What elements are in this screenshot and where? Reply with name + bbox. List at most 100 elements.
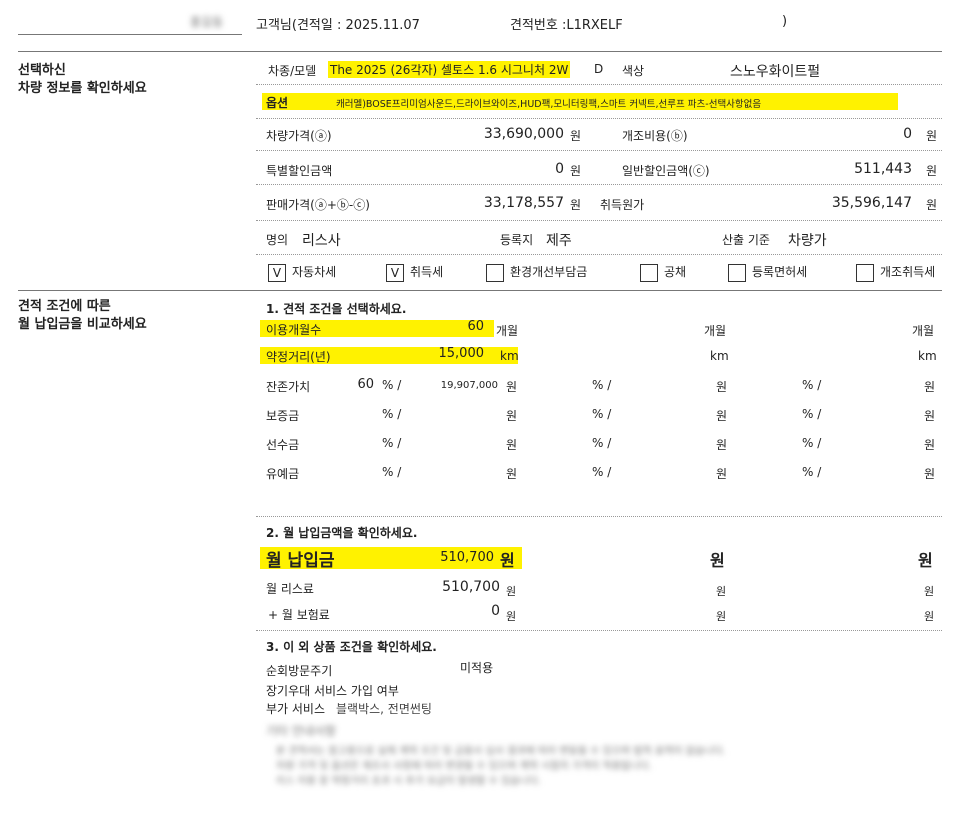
checkbox-label: 취득세 — [410, 265, 444, 279]
checkbox-label: 개조취득세 — [880, 265, 936, 279]
term-unit-1: 개월 — [496, 324, 519, 338]
residual-pct-unit-2: % / — [592, 378, 612, 392]
sale-price-value: 33,178,557 — [483, 195, 564, 211]
tax-checkbox-mod-acq-tax[interactable]: 개조취득세 — [856, 263, 935, 282]
vehicle-section-title-1: 선택하신 — [18, 63, 66, 78]
checkbox-mark: V — [386, 263, 404, 282]
notes-title: 기타 안내사항 — [266, 724, 337, 738]
insurance-won-1: 원 — [506, 610, 517, 623]
prepay-won-1: 원 — [506, 438, 518, 452]
grace-pct-unit-2: % / — [592, 465, 612, 479]
notes-line: 본 견적서는 참고용으로 실제 계약 조건 및 금융사 심사 결과에 따라 변동… — [276, 746, 726, 757]
special-discount-won: 원 — [570, 164, 582, 178]
mileage-value: 15,000 — [438, 346, 485, 361]
compare-section-title-1: 견적 조건에 따른 — [18, 299, 111, 314]
residual-pct: 60 — [357, 377, 374, 392]
basis-label: 산출 기준 — [722, 233, 770, 247]
quote-number: 견적번호 :L1RXELF — [510, 18, 623, 33]
sale-price-label: 판매가격(ⓐ+ⓑ-ⓒ) — [266, 198, 370, 212]
term-value: 60 — [467, 319, 484, 334]
price-won: 원 — [570, 129, 582, 143]
addon-service-value: 블랙박스, 전면썬팅 — [336, 702, 432, 716]
term-label: 이용개월수 — [266, 323, 322, 337]
options-value: 캐러멜)BOSE프리미엄사운드,드라이브와이즈,HUD팩,모니터링팩,스마트 커… — [336, 99, 762, 110]
price-value: 33,690,000 — [483, 126, 564, 142]
tax-checkbox-registration-tax[interactable]: 등록면허세 — [728, 263, 807, 282]
notes-line: 리스 이용 중 약정거리 초과 시 추가 요금이 발생할 수 있습니다. — [276, 776, 541, 787]
monthly-won-1: 원 — [500, 551, 515, 570]
customer-quote-date: 고객님(견적일 : 2025.11.07 — [256, 18, 420, 33]
row-divider — [256, 84, 942, 85]
monthly-value: 510,700 — [440, 550, 494, 565]
mileage-unit-1: km — [500, 349, 519, 363]
checkbox-label: 자동차세 — [292, 265, 337, 279]
mod-won: 원 — [926, 129, 938, 143]
grace-label: 유예금 — [266, 467, 300, 481]
registration-label: 등록지 — [500, 233, 534, 247]
notes-line: 차량 가격 및 옵션은 제조사 사정에 따라 변경될 수 있으며 계약 시점의 … — [276, 761, 652, 772]
mileage-label: 약정거리(년) — [266, 350, 331, 364]
tax-checkbox-bond[interactable]: 공채 — [640, 263, 686, 282]
row-divider — [256, 184, 942, 185]
residual-amount: 19,907,000 — [440, 380, 498, 391]
color-label: 색상 — [622, 64, 645, 78]
acquisition-cost-value: 35,596,147 — [831, 195, 912, 211]
model-value-tail: D — [594, 62, 604, 76]
checkbox-mark: V — [268, 263, 286, 282]
section-divider — [18, 290, 942, 291]
monthly-won-2: 원 — [710, 551, 725, 570]
tax-checkbox-car-tax[interactable]: V 자동차세 — [268, 263, 336, 282]
longterm-service-label: 장기우대 서비스 가입 여부 — [266, 684, 399, 698]
residual-won-3: 원 — [924, 380, 936, 394]
deposit-won-1: 원 — [506, 409, 518, 423]
model-label: 차종/모델 — [268, 64, 317, 78]
customer-name-underline — [18, 34, 242, 35]
mileage-unit-3: km — [918, 349, 937, 363]
deposit-won-3: 원 — [924, 409, 936, 423]
special-discount-label: 특별할인금액 — [266, 164, 333, 178]
top-divider — [18, 51, 942, 52]
prepay-pct-unit-3: % / — [802, 436, 822, 450]
residual-label: 잔존가치 — [266, 380, 311, 394]
grace-won-1: 원 — [506, 467, 518, 481]
step2-title: 2. 월 납입금액을 확인하세요. — [266, 526, 418, 540]
step-divider — [256, 630, 942, 631]
insurance-won-3: 원 — [924, 610, 935, 623]
compare-section-title-2: 월 납입금을 비교하세요 — [18, 317, 147, 332]
acquisition-cost-won: 원 — [926, 198, 938, 212]
monthly-won-3: 원 — [918, 551, 933, 570]
step-divider — [256, 516, 942, 517]
deposit-won-2: 원 — [716, 409, 728, 423]
lease-label: 월 리스료 — [266, 582, 314, 596]
checkbox-label: 환경개선부담금 — [510, 265, 588, 279]
step1-title: 1. 견적 조건을 선택하세요. — [266, 302, 407, 316]
general-discount-value: 511,443 — [854, 161, 912, 177]
prepay-won-3: 원 — [924, 438, 936, 452]
row-divider — [256, 220, 942, 221]
tax-checkbox-acquisition-tax[interactable]: V 취득세 — [386, 263, 443, 282]
prepay-label: 선수금 — [266, 438, 300, 452]
deposit-pct-unit-2: % / — [592, 407, 612, 421]
vehicle-section-title-2: 차량 정보를 확인하세요 — [18, 81, 147, 96]
checkbox-label: 등록면허세 — [752, 265, 808, 279]
mod-label: 개조비용(ⓑ) — [622, 129, 688, 143]
prepay-pct-unit-1: % / — [382, 436, 402, 450]
prepay-pct-unit-2: % / — [592, 436, 612, 450]
price-label: 차량가격(ⓐ) — [266, 129, 332, 143]
special-discount-value: 0 — [555, 161, 564, 177]
visit-cycle-label: 순회방문주기 — [266, 664, 333, 678]
visit-cycle-value: 미적용 — [460, 661, 494, 675]
term-unit-3: 개월 — [912, 324, 935, 338]
tax-checkbox-env-charge[interactable]: 환경개선부담금 — [486, 263, 587, 282]
grace-won-3: 원 — [924, 467, 936, 481]
checkbox-mark — [486, 263, 504, 282]
owner-value: 리스사 — [302, 233, 341, 249]
customer-name: 홍길동 — [190, 15, 224, 29]
addon-service-label: 부가 서비스 — [266, 702, 326, 716]
registration-value: 제주 — [546, 233, 572, 249]
lease-won-1: 원 — [506, 585, 517, 598]
sale-price-won: 원 — [570, 198, 582, 212]
term-unit-2: 개월 — [704, 324, 727, 338]
lease-value: 510,700 — [442, 579, 500, 595]
mod-value: 0 — [903, 126, 912, 142]
